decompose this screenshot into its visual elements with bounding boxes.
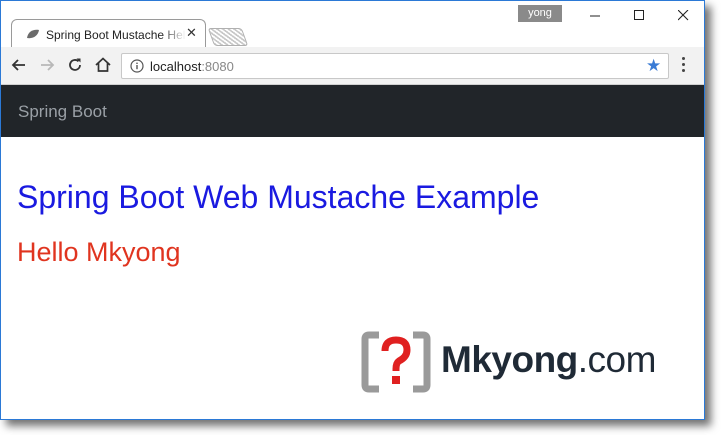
home-button[interactable]	[93, 55, 113, 75]
hello-message: Hello Mkyong	[17, 237, 181, 267]
tab-title: Spring Boot Mustache Hello	[46, 28, 186, 42]
info-icon[interactable]	[130, 59, 144, 73]
close-icon[interactable]: ✕	[186, 25, 197, 41]
star-icon[interactable]: ★	[646, 57, 661, 75]
reload-icon	[69, 58, 81, 71]
site-navbar: Spring Boot	[1, 85, 704, 137]
minimize-button[interactable]	[573, 4, 617, 28]
watermark-brand: Mkyong	[441, 339, 578, 380]
url-text[interactable]: localhost:8080	[150, 59, 234, 74]
profile-badge[interactable]: yong	[518, 5, 562, 22]
home-icon	[95, 57, 111, 72]
maximize-button[interactable]	[617, 4, 661, 28]
arrow-left-icon	[11, 59, 25, 71]
leaf-favicon-icon	[27, 29, 39, 39]
back-button[interactable]	[9, 55, 29, 75]
url-host: localhost	[150, 59, 202, 74]
close-window-button[interactable]	[661, 4, 705, 28]
url-port: :8080	[201, 59, 234, 74]
forward-button[interactable]	[37, 55, 57, 75]
watermark-text: Mkyong.com	[441, 339, 656, 381]
browser-tab[interactable]: Spring Boot Mustache Hello ✕	[11, 19, 206, 48]
page-heading: Spring Boot Web Mustache Example	[17, 179, 540, 215]
reload-button[interactable]	[65, 55, 85, 75]
browser-toolbar: localhost:8080 ★	[1, 47, 704, 85]
new-tab-button[interactable]	[207, 28, 249, 46]
kebab-menu-icon[interactable]	[680, 57, 686, 77]
navbar-brand[interactable]: Spring Boot	[18, 102, 107, 122]
browser-window: Spring Boot Mustache Hello ✕ yong localh…	[0, 0, 705, 420]
arrow-right-icon	[41, 59, 55, 71]
close-window-icon	[678, 10, 689, 21]
logo-mark-icon	[361, 331, 431, 393]
watermark-logo: Mkyong.com	[361, 331, 691, 393]
address-bar[interactable]: localhost:8080 ★	[121, 53, 669, 79]
watermark-suffix: .com	[577, 339, 657, 380]
title-bar: Spring Boot Mustache Hello ✕ yong	[1, 1, 705, 48]
maximize-icon	[634, 10, 644, 20]
minimize-icon	[590, 15, 600, 17]
page-viewport: Spring Boot Spring Boot Web Mustache Exa…	[1, 85, 704, 419]
